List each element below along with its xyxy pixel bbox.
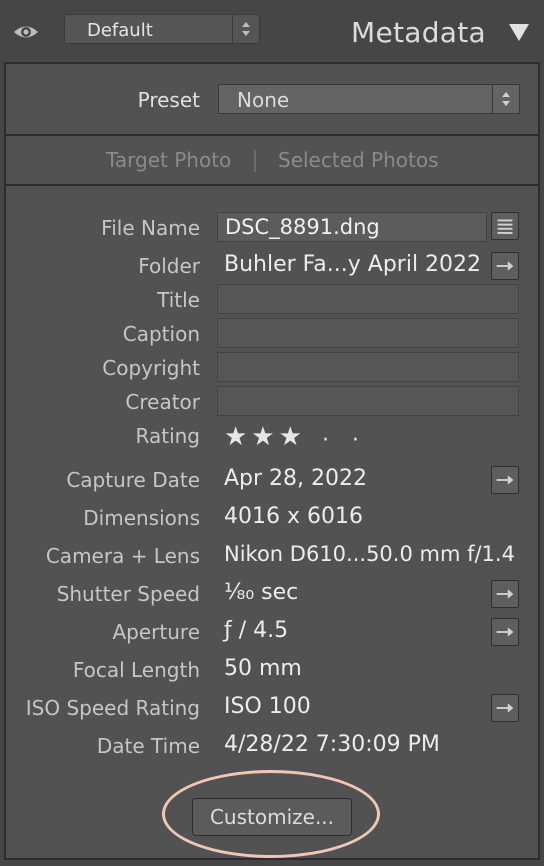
divider bbox=[6, 184, 538, 186]
capture-date-value: Apr 28, 2022 bbox=[224, 466, 368, 491]
updown-arrow-icon bbox=[492, 85, 510, 113]
preset-value: None bbox=[237, 88, 290, 112]
eye-icon[interactable] bbox=[12, 20, 40, 44]
panel-title[interactable]: Metadata bbox=[351, 16, 486, 49]
arrow-right-icon[interactable] bbox=[491, 694, 519, 722]
shutter-speed-label: Shutter Speed bbox=[56, 582, 200, 606]
title-label: Title bbox=[157, 288, 200, 312]
arrow-right-icon[interactable] bbox=[491, 580, 519, 608]
metadata-panel: Preset None Target Photo Selected Photos… bbox=[4, 62, 540, 860]
divider bbox=[6, 134, 538, 136]
triangle-down-icon[interactable] bbox=[508, 22, 530, 42]
creator-field[interactable] bbox=[217, 386, 519, 416]
copyright-field[interactable] bbox=[217, 352, 519, 382]
rating-dot-5[interactable]: · bbox=[352, 428, 359, 453]
iso-value: ISO 100 bbox=[224, 694, 311, 719]
arrow-right-icon[interactable] bbox=[491, 618, 519, 646]
rating-stars[interactable]: ★★★ bbox=[224, 422, 306, 452]
preset-dropdown[interactable]: None bbox=[218, 84, 520, 114]
divider bbox=[254, 150, 256, 172]
file-name-field[interactable]: DSC_8891.dng bbox=[217, 212, 487, 242]
view-mode-dropdown[interactable]: Default bbox=[64, 14, 260, 44]
selected-photos-button[interactable]: Selected Photos bbox=[278, 148, 439, 172]
focal-length-label: Focal Length bbox=[72, 658, 200, 682]
customize-label: Customize... bbox=[209, 805, 335, 829]
date-time-value: 4/28/22 7:30:09 PM bbox=[224, 732, 440, 757]
updown-arrow-icon bbox=[232, 15, 250, 43]
folder-label: Folder bbox=[138, 254, 200, 278]
dimensions-value: 4016 x 6016 bbox=[224, 504, 363, 529]
date-time-label: Date Time bbox=[96, 734, 200, 758]
folder-value: Buhler Fa...y April 2022 bbox=[224, 252, 482, 277]
file-name-label: File Name bbox=[101, 216, 200, 240]
list-icon[interactable] bbox=[491, 212, 519, 240]
preset-label: Preset bbox=[137, 88, 200, 112]
view-mode-label: Default bbox=[87, 20, 153, 41]
rating-label: Rating bbox=[135, 424, 200, 448]
arrow-right-icon[interactable] bbox=[491, 252, 519, 280]
rating-dot-4[interactable]: · bbox=[322, 428, 329, 453]
iso-label: ISO Speed Rating bbox=[25, 696, 200, 720]
dimensions-label: Dimensions bbox=[83, 506, 200, 530]
customize-button[interactable]: Customize... bbox=[192, 798, 352, 836]
aperture-label: Aperture bbox=[112, 620, 200, 644]
caption-label: Caption bbox=[122, 322, 200, 346]
caption-field[interactable] bbox=[217, 318, 519, 348]
copyright-label: Copyright bbox=[102, 356, 200, 380]
title-field[interactable] bbox=[217, 284, 519, 314]
creator-label: Creator bbox=[125, 390, 200, 414]
capture-date-label: Capture Date bbox=[66, 468, 200, 492]
arrow-right-icon[interactable] bbox=[491, 466, 519, 494]
target-photo-button[interactable]: Target Photo bbox=[106, 148, 231, 172]
file-name-value: DSC_8891.dng bbox=[225, 215, 380, 239]
camera-lens-label: Camera + Lens bbox=[45, 544, 200, 568]
focal-length-value: 50 mm bbox=[224, 656, 302, 681]
shutter-speed-value: ⅟₈₀ sec bbox=[224, 580, 299, 605]
camera-lens-value: Nikon D610...50.0 mm f/1.4 bbox=[224, 542, 515, 566]
aperture-value: ƒ / 4.5 bbox=[224, 618, 289, 643]
